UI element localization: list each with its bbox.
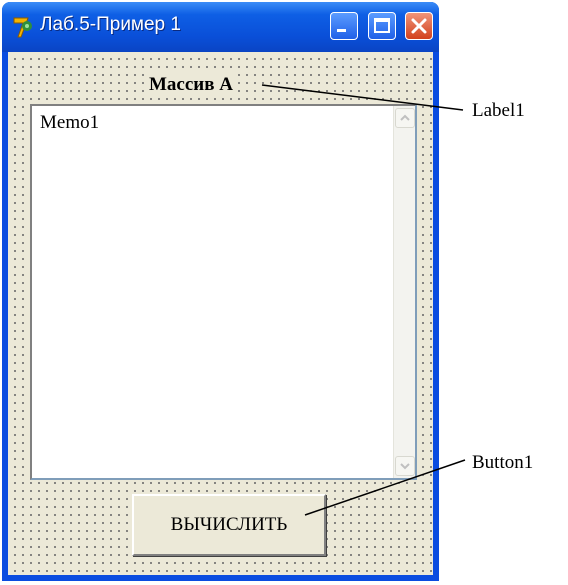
- button1-callout-line: [304, 459, 466, 516]
- button1-callout-text: Button1: [472, 452, 534, 473]
- label1-callout-line: [261, 84, 464, 111]
- callout-lines: [261, 84, 466, 516]
- label1-callout-text: Label1: [472, 100, 525, 121]
